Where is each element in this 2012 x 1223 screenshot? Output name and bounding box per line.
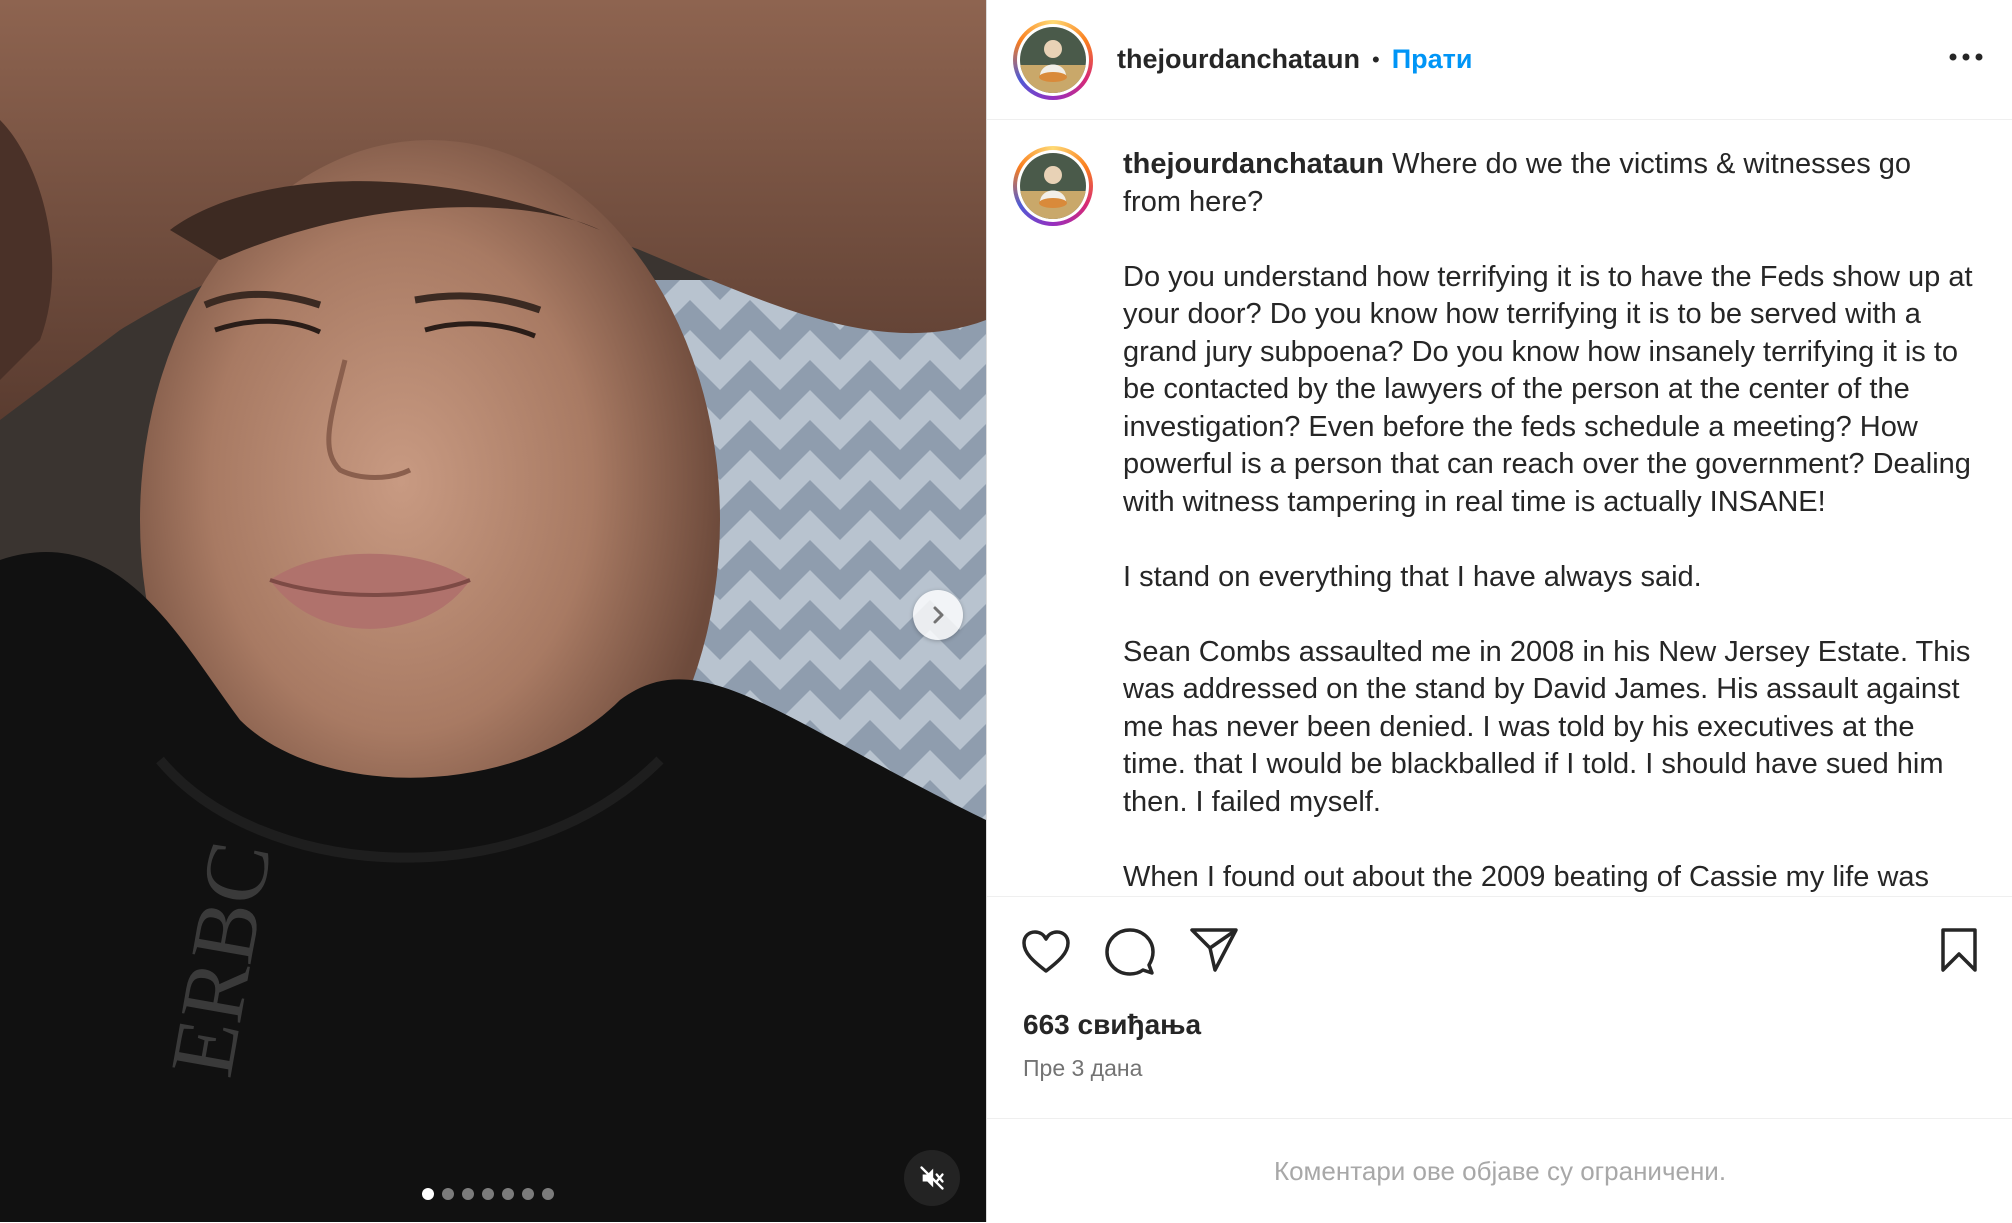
carousel-next-button[interactable]	[913, 590, 963, 640]
carousel-dot	[422, 1188, 434, 1200]
carousel-dot	[482, 1188, 494, 1200]
carousel-indicator	[422, 1188, 554, 1200]
post-header: thejourdanchataun • Прати	[987, 0, 2012, 120]
header-separator: •	[1372, 46, 1380, 72]
carousel-dot	[442, 1188, 454, 1200]
carousel-dot	[502, 1188, 514, 1200]
caption-body: Where do we the victims & witnesses go f…	[1123, 148, 1973, 893]
caption-scroll-area[interactable]: thejourdanchataun Where do we the victim…	[987, 120, 2012, 894]
save-button[interactable]	[1939, 927, 1979, 978]
carousel-dot	[542, 1188, 554, 1200]
post-timestamp[interactable]: Пре 3 дана	[1023, 1055, 1142, 1082]
likes-count[interactable]: 663 свиђања	[1023, 1009, 1201, 1041]
caption-text: thejourdanchataun Where do we the victim…	[1123, 146, 1973, 894]
comments-restricted-note: Коментари ове објаве су ограничени.	[1273, 1155, 1727, 1186]
comments-restricted-bar: Коментари ове објаве су ограничени.	[987, 1118, 2012, 1223]
like-button[interactable]	[1021, 929, 1071, 980]
chevron-right-icon	[933, 606, 944, 624]
post-photo: ERBC	[0, 0, 986, 1222]
author-avatar[interactable]	[1013, 19, 1093, 100]
comment-icon	[1105, 928, 1155, 976]
more-horizontal-icon	[1949, 53, 1983, 61]
instagram-post: ERBC thejourdanchataun • Прати thejourda…	[0, 0, 2012, 1222]
author-username[interactable]: thejourdanchataun	[1117, 44, 1360, 75]
caption-username[interactable]: thejourdanchataun	[1123, 148, 1384, 180]
post-media[interactable]: ERBC	[0, 0, 986, 1222]
share-button[interactable]	[1189, 927, 1239, 978]
comment-button[interactable]	[1105, 927, 1155, 982]
muted-speaker-icon	[920, 1166, 944, 1190]
avatar-image	[1020, 153, 1086, 219]
more-options-button[interactable]	[1946, 42, 1986, 72]
bookmark-icon	[1941, 928, 1977, 972]
carousel-dot	[522, 1188, 534, 1200]
heart-icon	[1022, 930, 1070, 973]
caption-row: thejourdanchataun Where do we the victim…	[987, 120, 2012, 894]
carousel-dot	[462, 1188, 474, 1200]
post-sidebar: thejourdanchataun • Прати thejourdanchat…	[986, 0, 2012, 1222]
mute-toggle-button[interactable]	[904, 1150, 960, 1206]
avatar-image	[1020, 26, 1086, 93]
follow-button[interactable]: Прати	[1392, 44, 1473, 75]
caption-author-avatar[interactable]	[1013, 146, 1093, 226]
share-icon	[1190, 928, 1238, 972]
